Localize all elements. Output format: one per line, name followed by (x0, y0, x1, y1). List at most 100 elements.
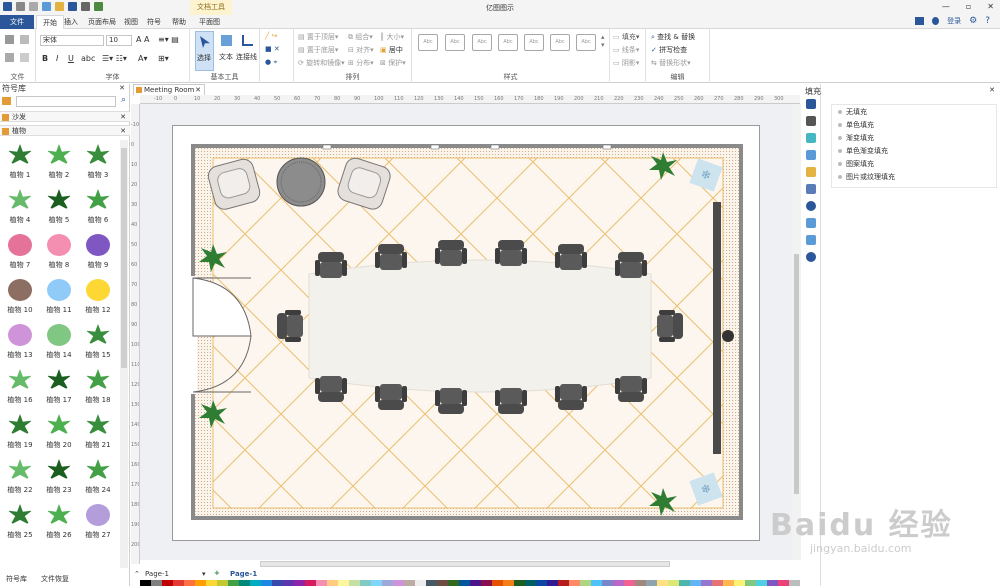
palette-swatch[interactable] (778, 580, 789, 586)
fill-option-pattern[interactable]: 图案填充 (838, 159, 874, 169)
style-thumb-4[interactable]: Abc (498, 34, 518, 51)
maximize-button[interactable]: ▫ (966, 2, 971, 11)
palette-swatch[interactable] (690, 580, 701, 586)
style-thumb-3[interactable]: Abc (472, 34, 492, 51)
distribute-button[interactable]: ⊞ 分布▾ (348, 58, 374, 68)
help-icon[interactable]: ? (985, 16, 990, 26)
bullets-button[interactable]: ☰▾ ☷▾ (102, 54, 127, 63)
palette-swatch[interactable] (591, 580, 602, 586)
line-panel-icon[interactable] (806, 116, 816, 126)
palette-swatch[interactable] (437, 580, 448, 586)
symbol-item[interactable]: 植物 25 (0, 500, 40, 546)
symbol-item[interactable]: 植物 4 (0, 185, 40, 231)
palette-swatch[interactable] (283, 580, 294, 586)
rectangle-tool-icon[interactable]: ■ ✕ (265, 45, 280, 53)
canvas-horizontal-scrollbar[interactable] (260, 561, 670, 567)
palette-swatch[interactable] (734, 580, 745, 586)
format-painter-icon[interactable] (5, 35, 14, 44)
page-select[interactable]: Page-1 (145, 570, 169, 578)
canvas-vertical-scrollbar[interactable] (792, 104, 801, 560)
palette-swatch[interactable] (371, 580, 382, 586)
ellipse-tool-icon[interactable]: ● ⌖ (265, 58, 277, 67)
spell-check-button[interactable]: ✓ 拼写检查 (651, 45, 687, 55)
font-size-select[interactable]: 10 (106, 35, 132, 46)
fill-option-solid[interactable]: 单色填充 (838, 120, 874, 130)
share-icon[interactable] (932, 17, 940, 25)
palette-swatch[interactable] (613, 580, 624, 586)
close-icon[interactable]: ✕ (989, 86, 995, 94)
palette-swatch[interactable] (217, 580, 228, 586)
underline-button[interactable]: U (68, 54, 74, 63)
palette-swatch[interactable] (327, 580, 338, 586)
symbol-item[interactable]: 植物 15 (78, 320, 118, 366)
palette-swatch[interactable] (272, 580, 283, 586)
symbol-item[interactable]: 植物 7 (0, 230, 40, 276)
drawing-canvas[interactable]: ❄ ❄ (140, 104, 792, 560)
text-tool-button[interactable]: 文本 (217, 31, 235, 71)
palette-swatch[interactable] (657, 580, 668, 586)
scroll-thumb[interactable] (794, 254, 799, 494)
symbol-item[interactable]: 植物 18 (78, 365, 118, 411)
protect-button[interactable]: ⊠ 保护▾ (380, 58, 406, 68)
palette-swatch[interactable] (569, 580, 580, 586)
palette-swatch[interactable] (635, 580, 646, 586)
symbol-item[interactable]: 植物 3 (78, 140, 118, 186)
symbol-item[interactable]: 植物 1 (0, 140, 40, 186)
styles-scroll-icon[interactable]: ▴ ▾ (601, 33, 605, 49)
italic-button[interactable]: I (56, 54, 58, 63)
font-color-button[interactable]: A▾ (138, 54, 148, 63)
close-icon[interactable]: ✕ (120, 112, 126, 123)
fill-button[interactable]: ▭ 填充▾ (613, 32, 639, 42)
palette-swatch[interactable] (360, 580, 371, 586)
group-button[interactable]: ⧉ 组合▾ (348, 32, 373, 42)
line-button[interactable]: ▭ 线条▾ (613, 45, 639, 55)
palette-swatch[interactable] (250, 580, 261, 586)
palette-swatch[interactable] (338, 580, 349, 586)
palette-swatch[interactable] (712, 580, 723, 586)
library-scrollbar[interactable] (120, 140, 128, 568)
palette-swatch[interactable] (547, 580, 558, 586)
palette-swatch[interactable] (602, 580, 613, 586)
shadow-button[interactable]: ▭ 阴影▾ (613, 58, 639, 68)
palette-swatch[interactable] (228, 580, 239, 586)
font-family-select[interactable]: 宋体 (40, 35, 104, 46)
palette-swatch[interactable] (316, 580, 327, 586)
find-replace-button[interactable]: ⌕ 查找 & 替换 (651, 32, 695, 42)
minimize-button[interactable]: — (942, 2, 950, 11)
palette-swatch[interactable] (492, 580, 503, 586)
fill-option-single-gradient[interactable]: 单色渐变填充 (838, 146, 888, 156)
palette-swatch[interactable] (349, 580, 360, 586)
symbol-item[interactable]: 植物 10 (0, 275, 40, 321)
symbol-item[interactable]: 植物 21 (78, 410, 118, 456)
fill-panel-icon[interactable] (806, 99, 816, 109)
add-page-icon[interactable]: + (214, 569, 220, 577)
palette-swatch[interactable] (195, 580, 206, 586)
layers-panel-icon[interactable] (806, 167, 816, 177)
page-panel-icon[interactable] (806, 218, 816, 228)
center-button[interactable]: ▣ 居中 (380, 45, 403, 55)
symbol-item[interactable]: 植物 16 (0, 365, 40, 411)
symbol-item[interactable]: 植物 5 (39, 185, 79, 231)
category-sofa[interactable]: 沙发 ✕ (0, 111, 130, 122)
menu-insert[interactable]: 插入 (58, 15, 84, 29)
symbol-item[interactable]: 植物 20 (39, 410, 79, 456)
bring-front-button[interactable]: ▤ 置于顶层▾ (298, 32, 338, 42)
paste-icon[interactable] (5, 53, 14, 62)
fill-option-texture[interactable]: 图片或纹理填充 (838, 172, 895, 182)
send-back-button[interactable]: ▤ 置于底层▾ (298, 45, 338, 55)
palette-swatch[interactable] (536, 580, 547, 586)
connector-tool-button[interactable]: 连接线 (236, 31, 258, 71)
palette-swatch[interactable] (789, 580, 800, 586)
palette-swatch[interactable] (525, 580, 536, 586)
category-plant[interactable]: 植物 ✕ (0, 125, 130, 136)
palette-swatch[interactable] (151, 580, 162, 586)
login-link[interactable]: 登录 (947, 16, 961, 26)
palette-swatch[interactable] (448, 580, 459, 586)
palette-swatch[interactable] (503, 580, 514, 586)
symbol-item[interactable]: 植物 9 (78, 230, 118, 276)
symbol-item[interactable]: 植物 22 (0, 455, 40, 501)
menu-symbol[interactable]: 符号 (141, 15, 167, 29)
close-button[interactable]: ✕ (987, 2, 994, 11)
palette-swatch[interactable] (393, 580, 404, 586)
page-nav-up-icon[interactable]: ⌃ (134, 570, 140, 578)
